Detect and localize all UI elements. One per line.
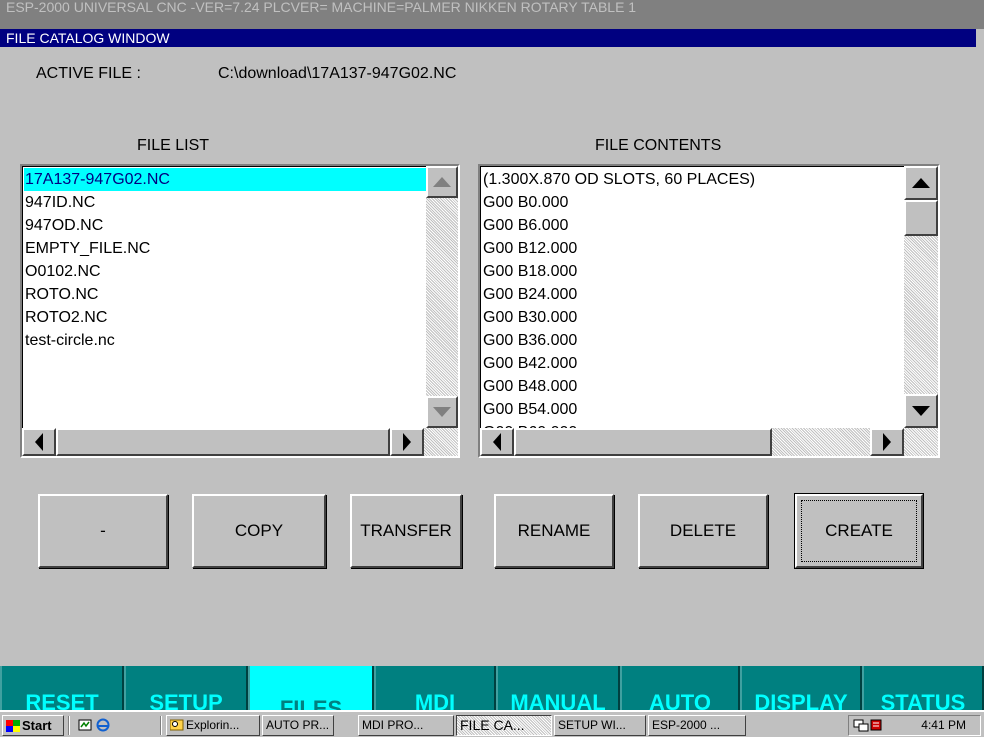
file-list-header: FILE LIST [137, 137, 210, 154]
file-contents-header: FILE CONTENTS [595, 137, 722, 154]
file-contents-rows: (1.300X.870 OD SLOTS, 60 PLACES) G00 B0.0… [482, 168, 904, 428]
function-key-bar: RESET SETUP FILES MDI MANUAL AUTO DISPLA… [0, 666, 984, 710]
internet-explorer-icon[interactable] [96, 718, 110, 732]
arrow-down-icon [433, 407, 451, 417]
fkey-auto[interactable]: AUTO [620, 666, 740, 710]
file-contents-line[interactable]: G00 B24.000 [482, 283, 904, 306]
tray-clock: 4:41 PM [921, 718, 966, 732]
task-file-catalog[interactable]: FILE CA... [456, 715, 552, 736]
transfer-button[interactable]: TRANSFER [350, 494, 462, 568]
task-setup-window[interactable]: SETUP WI... [554, 715, 646, 736]
task-auto-program[interactable]: AUTO PR... [262, 715, 334, 736]
fkey-mdi[interactable]: MDI [374, 666, 496, 710]
taskbar: Start Explorin... AUTO PR... MDI PRO... … [0, 710, 984, 737]
fkey-setup[interactable]: SETUP [124, 666, 248, 710]
file-contents-vscrollbar[interactable] [904, 166, 938, 428]
file-list-vscrollbar[interactable] [426, 166, 458, 428]
file-contents-vscroll-thumb[interactable] [904, 200, 938, 236]
file-list-hscroll-thumb[interactable] [56, 428, 390, 456]
file-contents-line[interactable]: G00 B0.000 [482, 191, 904, 214]
delete-button[interactable]: DELETE [638, 494, 768, 568]
file-contents-scroll-up-button[interactable] [904, 166, 938, 200]
rename-button[interactable]: RENAME [494, 494, 614, 568]
arrow-right-icon [883, 433, 891, 451]
blank-action-button[interactable]: - [38, 494, 168, 568]
file-contents-line[interactable]: G00 B54.000 [482, 398, 904, 421]
arrow-left-icon [35, 433, 43, 451]
fkey-reset[interactable]: RESET [0, 666, 124, 710]
fkey-display[interactable]: DISPLAY [740, 666, 862, 710]
active-file-value: C:\download\17A137-947G02.NC [218, 65, 457, 82]
app-title: ESP-2000 UNIVERSAL CNC -VER=7.24 PLCVER=… [6, 0, 637, 15]
file-contents-scroll-right-button[interactable] [870, 428, 904, 456]
window-title: FILE CATALOG WINDOW [0, 29, 976, 47]
file-list-item[interactable]: 17A137-947G02.NC [24, 168, 426, 191]
file-contents-line[interactable]: G00 B42.000 [482, 352, 904, 375]
task-mdi-program[interactable]: MDI PRO... [358, 715, 454, 736]
start-button[interactable]: Start [2, 715, 64, 736]
taskbar-separator [68, 716, 70, 735]
fkey-status[interactable]: STATUS [862, 666, 984, 710]
explorer-folder-icon [169, 719, 184, 731]
file-list-rows: 17A137-947G02.NC 947ID.NC 947OD.NC EMPTY_FI… [24, 168, 426, 432]
file-contents-hscrollbar[interactable] [480, 428, 938, 456]
show-desktop-icon[interactable] [78, 718, 92, 732]
copy-button[interactable]: COPY [192, 494, 326, 568]
file-list-item[interactable]: EMPTY_FILE.NC [24, 237, 426, 260]
file-list-box[interactable]: 17A137-947G02.NC 947ID.NC 947OD.NC EMPTY_FI… [20, 164, 460, 458]
tray-network-icon[interactable] [853, 718, 883, 733]
file-list-item[interactable]: 947ID.NC [24, 191, 426, 214]
create-button[interactable]: CREATE [794, 493, 924, 569]
arrow-up-icon [912, 178, 930, 188]
file-list-item[interactable]: 947OD.NC [24, 214, 426, 237]
file-contents-hscroll-thumb[interactable] [514, 428, 772, 456]
file-list-scroll-down-button[interactable] [426, 396, 458, 428]
file-list-hscrollbar[interactable] [22, 428, 458, 456]
file-contents-line[interactable]: G00 B48.000 [482, 375, 904, 398]
window-right-edge [976, 29, 984, 666]
fkey-manual[interactable]: MANUAL [496, 666, 620, 710]
task-esp-2000[interactable]: ESP-2000 ... [648, 715, 746, 736]
system-tray: 4:41 PM [848, 715, 981, 736]
file-list-item[interactable]: test-circle.nc [24, 329, 426, 352]
arrow-up-icon [433, 177, 451, 187]
file-list-item[interactable]: ROTO.NC [24, 283, 426, 306]
task-explorer[interactable]: Explorin... [166, 715, 260, 736]
arrow-right-icon [403, 433, 411, 451]
taskbar-separator [160, 716, 162, 735]
windows-logo-icon [6, 720, 20, 732]
arrow-down-icon [912, 406, 930, 416]
file-list-item[interactable]: ROTO2.NC [24, 306, 426, 329]
file-list-scroll-right-button[interactable] [390, 428, 424, 456]
file-contents-line[interactable]: (1.300X.870 OD SLOTS, 60 PLACES) [482, 168, 904, 191]
file-contents-line[interactable]: G00 B36.000 [482, 329, 904, 352]
file-list-scroll-up-button[interactable] [426, 166, 458, 198]
app-title-bar: ESP-2000 UNIVERSAL CNC -VER=7.24 PLCVER=… [0, 0, 984, 29]
file-contents-line[interactable]: G00 B30.000 [482, 306, 904, 329]
file-contents-line[interactable]: G00 B6.000 [482, 214, 904, 237]
arrow-left-icon [493, 433, 501, 451]
file-contents-scroll-down-button[interactable] [904, 394, 938, 428]
file-contents-scroll-left-button[interactable] [480, 428, 514, 456]
file-contents-line[interactable]: G00 B60.000 [482, 421, 904, 428]
file-list-item[interactable]: O0102.NC [24, 260, 426, 283]
file-contents-box[interactable]: (1.300X.870 OD SLOTS, 60 PLACES) G00 B0.0… [478, 164, 940, 458]
active-file-label: ACTIVE FILE : [36, 65, 141, 82]
file-contents-line[interactable]: G00 B18.000 [482, 260, 904, 283]
file-list-scroll-left-button[interactable] [22, 428, 56, 456]
fkey-files[interactable]: FILES [248, 666, 374, 710]
file-contents-line[interactable]: G00 B12.000 [482, 237, 904, 260]
